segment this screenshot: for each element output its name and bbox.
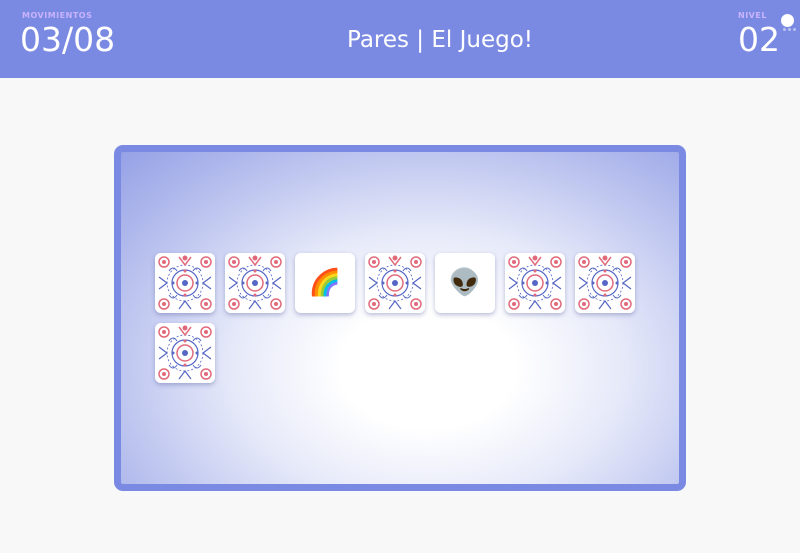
memory-card-revealed[interactable]: 👽 xyxy=(435,253,495,313)
card-back-pattern-icon xyxy=(225,253,285,313)
memory-card[interactable] xyxy=(155,323,215,383)
card-back-pattern-icon xyxy=(575,253,635,313)
memory-card[interactable] xyxy=(155,253,215,313)
indicator-dot-icon xyxy=(793,28,796,31)
rainbow-icon: 🌈 xyxy=(308,268,342,298)
level-counter: 02 xyxy=(738,20,780,59)
memory-card-revealed[interactable]: 🌈 xyxy=(295,253,355,313)
indicator-dot-icon xyxy=(788,28,791,31)
card-back-pattern-icon xyxy=(365,253,425,313)
game-title: Pares | El Juego! xyxy=(346,27,534,53)
card-back-pattern-icon xyxy=(505,253,565,313)
game-header: MOVIMIENTOS 03/08 Pares | El Juego! NIVE… xyxy=(0,0,800,78)
memory-card[interactable] xyxy=(365,253,425,313)
level-label: NIVEL xyxy=(738,11,767,20)
indicator-dot-icon xyxy=(783,28,786,31)
memory-card[interactable] xyxy=(505,253,565,313)
card-back-pattern-icon xyxy=(155,323,215,383)
alien-icon: 👽 xyxy=(448,268,482,298)
moves-label: MOVIMIENTOS xyxy=(22,11,93,20)
game-board: 🌈 👽 xyxy=(114,145,686,491)
card-back-pattern-icon xyxy=(155,253,215,313)
memory-card[interactable] xyxy=(575,253,635,313)
memory-card[interactable] xyxy=(225,253,285,313)
settings-toggle-icon[interactable] xyxy=(781,14,794,27)
